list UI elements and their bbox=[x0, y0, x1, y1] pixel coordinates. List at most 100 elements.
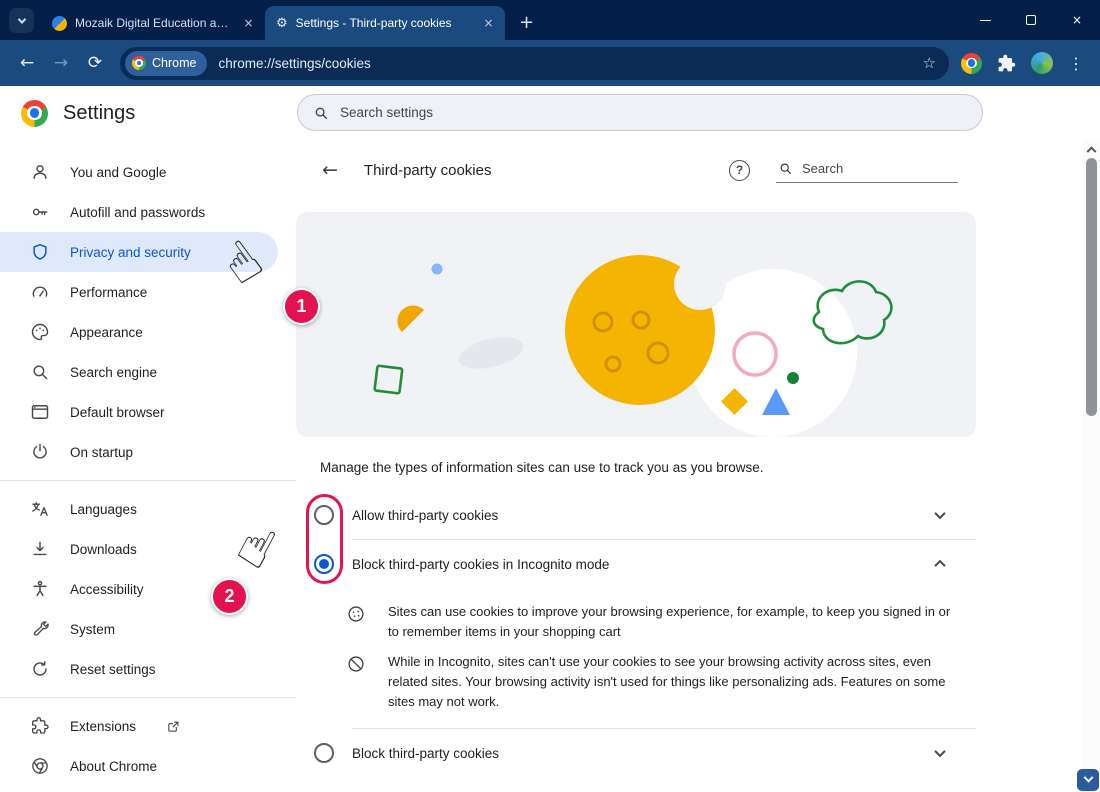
chrome-logo-icon bbox=[132, 56, 146, 70]
sidebar-item-extensions[interactable]: Extensions bbox=[0, 706, 278, 746]
chrome-outline-icon bbox=[30, 756, 50, 776]
sidebar-item-search-engine[interactable]: Search engine bbox=[0, 352, 278, 392]
detail-text: Sites can use cookies to improve your br… bbox=[388, 602, 954, 642]
chrome-colors-icon[interactable] bbox=[961, 53, 982, 74]
forward-button[interactable]: → bbox=[44, 46, 78, 80]
chevron-up-icon bbox=[1087, 146, 1097, 156]
close-button[interactable]: × bbox=[1054, 0, 1100, 40]
page-description: Manage the types of information sites ca… bbox=[320, 460, 966, 475]
sidebar-item-label: Languages bbox=[70, 502, 137, 517]
sidebar-item-label: System bbox=[70, 622, 115, 637]
chevron-down-icon bbox=[17, 15, 25, 23]
cookie-illustration bbox=[296, 212, 976, 437]
external-link-icon bbox=[166, 719, 181, 734]
extensions-puzzle-icon[interactable] bbox=[997, 54, 1016, 73]
detail-text: While in Incognito, sites can't use your… bbox=[388, 652, 954, 712]
option-details: Sites can use cookies to improve your br… bbox=[296, 588, 976, 728]
badge-label: Chrome bbox=[152, 56, 196, 70]
chevron-up-icon[interactable] bbox=[934, 560, 945, 571]
browser-window-icon bbox=[30, 402, 50, 422]
sidebar-item-label: Reset settings bbox=[70, 662, 156, 677]
search-placeholder: Search settings bbox=[340, 105, 433, 120]
scroll-up-button[interactable] bbox=[1083, 140, 1100, 156]
option-label: Block third-party cookies bbox=[352, 746, 918, 761]
speedometer-icon bbox=[30, 282, 50, 302]
person-icon bbox=[30, 162, 50, 182]
sidebar-item-appearance[interactable]: Appearance bbox=[0, 312, 278, 352]
settings-sidebar: You and Google Autofill and passwords Pr… bbox=[0, 140, 296, 792]
tab-title: Settings - Third-party cookies bbox=[296, 16, 472, 30]
browser-window: Mozaik Digital Education and L × ⚙ Setti… bbox=[0, 0, 1100, 792]
minimize-button[interactable] bbox=[962, 0, 1008, 40]
accessibility-icon bbox=[30, 579, 50, 599]
palette-icon bbox=[30, 322, 50, 342]
sidebar-item-label: Search engine bbox=[70, 365, 157, 380]
chrome-logo-icon bbox=[21, 100, 48, 127]
page-search-input[interactable]: Search bbox=[776, 158, 958, 183]
key-icon bbox=[30, 202, 50, 222]
tab-title: Mozaik Digital Education and L bbox=[75, 16, 232, 30]
sidebar-item-label: You and Google bbox=[70, 165, 166, 180]
chevron-down-icon bbox=[1083, 772, 1093, 782]
download-icon bbox=[30, 539, 50, 559]
new-tab-button[interactable]: + bbox=[513, 9, 540, 36]
radio-unchecked[interactable] bbox=[314, 743, 334, 763]
bookmark-star-icon[interactable]: ☆ bbox=[923, 54, 936, 72]
reload-button[interactable]: ⟳ bbox=[78, 46, 112, 80]
scrollbar-thumb[interactable] bbox=[1086, 158, 1097, 416]
tab-settings[interactable]: ⚙ Settings - Third-party cookies × bbox=[265, 6, 505, 40]
sidebar-item-system[interactable]: System bbox=[0, 609, 278, 649]
tab-search-button[interactable] bbox=[9, 8, 34, 33]
scrollbar[interactable] bbox=[1083, 140, 1100, 792]
blocked-icon bbox=[346, 654, 366, 674]
option-allow-third-party[interactable]: Allow third-party cookies bbox=[296, 491, 976, 539]
sidebar-item-label: Performance bbox=[70, 285, 147, 300]
chevron-down-icon[interactable] bbox=[934, 746, 945, 757]
search-icon bbox=[313, 105, 329, 121]
settings-search-input[interactable]: Search settings bbox=[297, 94, 983, 131]
maximize-button[interactable] bbox=[1008, 0, 1054, 40]
cookies-content: Manage the types of information sites ca… bbox=[296, 212, 976, 777]
menu-kebab-icon[interactable]: ⋮ bbox=[1068, 54, 1084, 73]
settings-main: ← Third-party cookies ? Search bbox=[296, 140, 1100, 792]
page-header: ← Third-party cookies ? Search bbox=[296, 140, 976, 200]
sidebar-item-reset-settings[interactable]: Reset settings bbox=[0, 649, 278, 689]
back-button[interactable]: ← bbox=[10, 46, 44, 80]
tab-mozaik[interactable]: Mozaik Digital Education and L × bbox=[41, 6, 265, 40]
back-arrow-button[interactable]: ← bbox=[322, 159, 338, 181]
url-text: chrome://settings/cookies bbox=[218, 56, 370, 71]
sidebar-item-label: About Chrome bbox=[70, 759, 157, 774]
tab-close-icon[interactable]: × bbox=[480, 15, 497, 32]
sidebar-item-about-chrome[interactable]: About Chrome bbox=[0, 746, 278, 786]
sidebar-item-label: Accessibility bbox=[70, 582, 144, 597]
sidebar-item-label: Autofill and passwords bbox=[70, 205, 205, 220]
option-label: Allow third-party cookies bbox=[352, 508, 918, 523]
annotation-step-1: 1 bbox=[283, 288, 320, 325]
mozaik-favicon-icon bbox=[52, 16, 67, 31]
sidebar-item-default-browser[interactable]: Default browser bbox=[0, 392, 278, 432]
tab-close-icon[interactable]: × bbox=[240, 15, 257, 32]
maximize-icon bbox=[1026, 15, 1036, 25]
help-icon[interactable]: ? bbox=[729, 160, 750, 181]
profile-avatar[interactable] bbox=[1031, 52, 1053, 74]
wrench-icon bbox=[30, 619, 50, 639]
shield-icon bbox=[30, 242, 50, 262]
minimize-icon bbox=[980, 20, 991, 21]
address-bar[interactable]: Chrome chrome://settings/cookies ☆ bbox=[120, 47, 949, 80]
sidebar-item-on-startup[interactable]: On startup bbox=[0, 432, 278, 472]
sidebar-item-label: Downloads bbox=[70, 542, 137, 557]
sidebar-item-label: On startup bbox=[70, 445, 133, 460]
search-icon bbox=[778, 161, 793, 176]
sidebar-item-languages[interactable]: Languages bbox=[0, 489, 278, 529]
sidebar-item-label: Default browser bbox=[70, 405, 165, 420]
sidebar-divider bbox=[0, 480, 296, 481]
option-block-incognito[interactable]: Block third-party cookies in Incognito m… bbox=[296, 540, 976, 588]
sidebar-item-label: Privacy and security bbox=[70, 245, 191, 260]
chevron-down-icon[interactable] bbox=[934, 508, 945, 519]
detail-row: Sites can use cookies to improve your br… bbox=[346, 602, 954, 642]
cookie-options-list: Allow third-party cookies Block third-pa… bbox=[296, 491, 976, 777]
scroll-down-button[interactable] bbox=[1077, 769, 1099, 791]
sidebar-item-autofill[interactable]: Autofill and passwords bbox=[0, 192, 278, 232]
option-block-third-party[interactable]: Block third-party cookies bbox=[296, 729, 976, 777]
sidebar-item-you-and-google[interactable]: You and Google bbox=[0, 152, 278, 192]
